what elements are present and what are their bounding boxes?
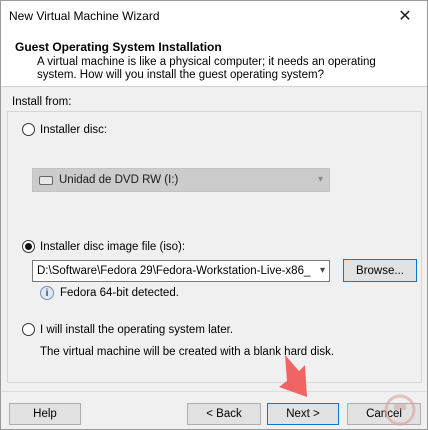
iso-path-value: D:\Software\Fedora 29\Fedora-Workstation… bbox=[37, 265, 311, 277]
chevron-down-icon[interactable]: ▾ bbox=[317, 265, 325, 276]
iso-image-label: Installer disc image file (iso): bbox=[40, 240, 186, 253]
iso-image-option[interactable]: Installer disc image file (iso): bbox=[22, 240, 185, 253]
install-later-label: I will install the operating system late… bbox=[40, 323, 234, 336]
page-description: A virtual machine is like a physical com… bbox=[37, 56, 376, 81]
install-from-label: Install from: bbox=[12, 96, 72, 108]
help-button[interactable]: Help bbox=[9, 403, 81, 425]
window-title: New Virtual Machine Wizard bbox=[9, 9, 160, 23]
wizard-footer: Help < Back Next > Cancel bbox=[1, 391, 427, 429]
install-later-option[interactable]: I will install the operating system late… bbox=[22, 323, 233, 336]
installer-disc-radio[interactable] bbox=[22, 123, 35, 136]
installer-disc-label: Installer disc: bbox=[40, 123, 108, 136]
logo-watermark-icon bbox=[384, 394, 416, 426]
dvd-drive-icon bbox=[39, 175, 53, 185]
pointer-arrow-icon bbox=[279, 355, 307, 397]
wizard-window: New Virtual Machine Wizard ✕ Guest Opera… bbox=[0, 0, 428, 430]
os-detected-status: i Fedora 64-bit detected. bbox=[40, 286, 179, 300]
close-icon: ✕ bbox=[398, 8, 412, 25]
browse-button[interactable]: Browse... bbox=[343, 259, 417, 282]
installer-disc-option[interactable]: Installer disc: bbox=[22, 123, 107, 136]
disc-drive-select: Unidad de DVD RW (I:) ▾ bbox=[32, 168, 330, 192]
os-detected-text: Fedora 64-bit detected. bbox=[60, 287, 179, 299]
next-button[interactable]: Next > bbox=[267, 403, 339, 425]
iso-path-select[interactable]: D:\Software\Fedora 29\Fedora-Workstation… bbox=[32, 260, 330, 282]
back-button[interactable]: < Back bbox=[187, 403, 261, 425]
info-icon: i bbox=[40, 286, 54, 300]
close-button[interactable]: ✕ bbox=[383, 1, 427, 31]
disc-drive-value: Unidad de DVD RW (I:) bbox=[59, 174, 179, 186]
iso-image-radio[interactable] bbox=[22, 240, 35, 253]
wizard-body: Install from: Installer disc: Unidad de … bbox=[1, 88, 427, 388]
page-title: Guest Operating System Installation bbox=[15, 40, 222, 54]
install-later-radio[interactable] bbox=[22, 323, 35, 336]
title-bar: New Virtual Machine Wizard ✕ bbox=[1, 1, 427, 31]
install-options-group: Installer disc: Unidad de DVD RW (I:) ▾ … bbox=[7, 111, 422, 383]
chevron-down-icon: ▾ bbox=[317, 174, 323, 185]
wizard-header: Guest Operating System Installation A vi… bbox=[1, 31, 427, 87]
